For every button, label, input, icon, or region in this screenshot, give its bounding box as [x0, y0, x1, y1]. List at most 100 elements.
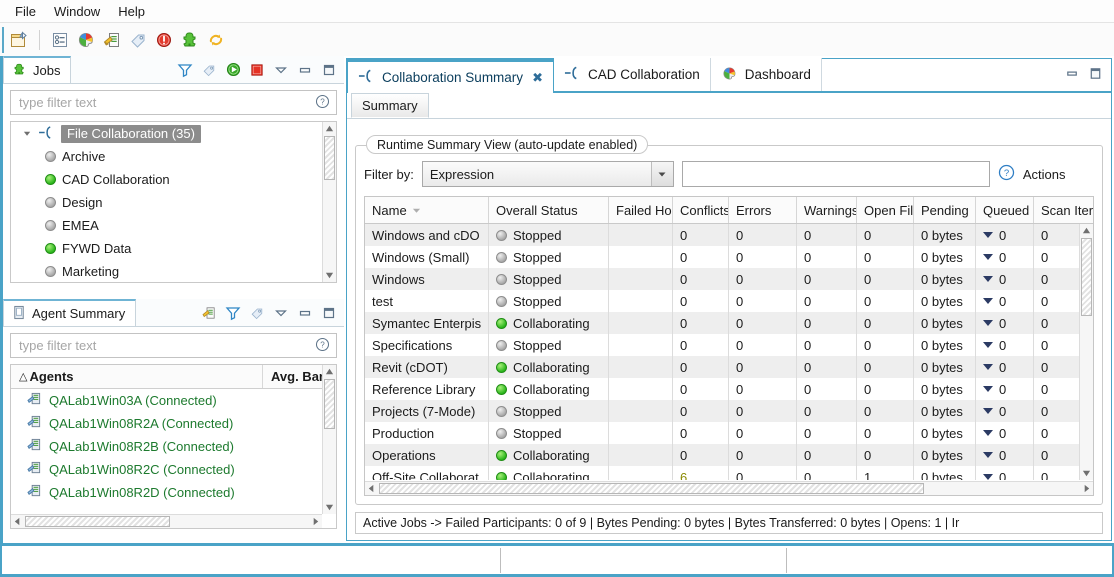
list-item[interactable]: QALab1Win08R2A (Connected) [11, 412, 336, 435]
view-menu-icon[interactable] [270, 59, 292, 81]
tab-dashboard[interactable]: Dashboard [710, 58, 822, 91]
table-row[interactable]: Symantec Enterpis Collaborating 0 0 0 0 0 byte… [365, 312, 1093, 334]
minimize-icon[interactable] [294, 59, 316, 81]
filter-icon[interactable] [174, 59, 196, 81]
tree-row-cad-collaboration[interactable]: CAD Collaboration [11, 168, 336, 191]
agent-table[interactable]: △ Agents Avg. Ban QALab1Win03A (Connecte… [10, 364, 337, 529]
agent-filter-box[interactable]: ? [10, 333, 337, 358]
stop-icon[interactable] [246, 59, 268, 81]
scroll-down-arrow-icon[interactable] [323, 501, 336, 514]
list-item[interactable]: QALab1Win08R2C (Connected) [11, 458, 336, 481]
scroll-right-arrow-icon[interactable] [1080, 482, 1093, 495]
jobs-tree-vertical-scrollbar[interactable] [322, 122, 336, 282]
scrollbar-thumb[interactable] [379, 483, 924, 494]
expand-arrow-icon[interactable] [23, 126, 32, 141]
column-header-warnings[interactable]: Warnings [797, 197, 857, 223]
table-row[interactable]: Revit (cDOT) Collaborating 0 0 0 0 0 bytes 0 0 [365, 356, 1093, 378]
table-row[interactable]: Projects (7-Mode) Stopped 0 0 0 0 0 bytes 0 0 [365, 400, 1093, 422]
scroll-down-arrow-icon[interactable] [1080, 467, 1093, 480]
scrollbar-thumb[interactable] [324, 379, 335, 429]
report-icon[interactable] [99, 27, 125, 53]
table-row[interactable]: test Stopped 0 0 0 0 0 bytes 0 0 [365, 290, 1093, 312]
maximize-icon[interactable] [318, 59, 340, 81]
agent-column-agents[interactable]: △ Agents [11, 365, 263, 388]
column-header-scan-iteration[interactable]: Scan Iter [1034, 197, 1093, 223]
filter-by-select[interactable]: Expression [421, 161, 674, 187]
table-row[interactable]: Production Stopped 0 0 0 0 0 bytes 0 0 [365, 422, 1093, 444]
column-header-open-files[interactable]: Open File [857, 197, 914, 223]
scroll-left-arrow-icon[interactable] [11, 515, 24, 528]
properties-icon[interactable] [47, 27, 73, 53]
table-row[interactable]: Windows (Small) Stopped 0 0 0 0 0 bytes 0 0 [365, 246, 1093, 268]
tab-collaboration-summary[interactable]: Collaboration Summary ✖ [347, 59, 554, 93]
tree-row-archive[interactable]: Archive [11, 145, 336, 168]
actions-label[interactable]: Actions [1023, 167, 1066, 182]
jobs-filter-box[interactable]: ? [10, 90, 337, 115]
chevron-down-icon[interactable] [650, 162, 673, 186]
help-icon[interactable]: ? [315, 337, 330, 355]
table-row[interactable]: Windows and cDO Stopped 0 0 0 0 0 bytes 0 0 [365, 224, 1093, 246]
table-row[interactable]: Off-Site Collaborat Collaborating 6 0 0 1 0 by… [365, 466, 1093, 480]
tree-row-fywd-data[interactable]: FYWD Data [11, 237, 336, 260]
summary-table-vertical-scrollbar[interactable] [1079, 224, 1093, 480]
maximize-icon[interactable] [318, 302, 340, 324]
agent-column-avg-bandwidth[interactable]: Avg. Ban [263, 365, 327, 388]
table-row[interactable]: Reference Library Collaborating 0 0 0 0 0 byte… [365, 378, 1093, 400]
tree-row-design[interactable]: Design [11, 191, 336, 214]
menu-item-help[interactable]: Help [109, 2, 154, 21]
help-icon[interactable]: ? [998, 164, 1015, 184]
close-icon[interactable]: ✖ [532, 70, 543, 86]
table-row[interactable]: Specifications Stopped 0 0 0 0 0 bytes 0 0 [365, 334, 1093, 356]
maximize-icon[interactable] [1088, 66, 1103, 84]
tree-row-root[interactable]: File Collaboration (35) [11, 122, 336, 145]
minimize-icon[interactable] [1065, 66, 1080, 84]
agent-table-vertical-scrollbar[interactable] [322, 365, 336, 514]
column-header-errors[interactable]: Errors [729, 197, 797, 223]
start-icon[interactable] [222, 59, 244, 81]
list-item[interactable]: QALab1Win08R2D (Connected) [11, 481, 336, 504]
agent-filter-input[interactable] [17, 337, 315, 354]
menu-item-window[interactable]: Window [45, 2, 109, 21]
view-menu-icon[interactable] [270, 302, 292, 324]
table-row[interactable]: Operations Collaborating 0 0 0 0 0 bytes 0 0 [365, 444, 1093, 466]
tab-summary[interactable]: Summary [351, 93, 429, 118]
column-header-overall-status[interactable]: Overall Status [489, 197, 609, 223]
filter-expression-input[interactable] [681, 161, 990, 187]
tree-row-marketing[interactable]: Marketing [11, 260, 336, 282]
help-icon[interactable]: ? [315, 94, 330, 112]
palette-icon[interactable] [73, 27, 99, 53]
list-item[interactable]: QALab1Win08R2B (Connected) [11, 435, 336, 458]
filter-icon[interactable] [222, 302, 244, 324]
summary-table-horizontal-scrollbar[interactable] [365, 481, 1093, 495]
scroll-right-arrow-icon[interactable] [309, 515, 322, 528]
column-header-queued[interactable]: Queued [976, 197, 1034, 223]
report-icon[interactable] [198, 302, 220, 324]
sync-icon[interactable] [203, 27, 229, 53]
tab-cad-collaboration[interactable]: CAD Collaboration [553, 58, 711, 91]
minimize-icon[interactable] [294, 302, 316, 324]
column-header-name[interactable]: Name [365, 197, 489, 223]
agent-table-horizontal-scrollbar[interactable] [11, 514, 322, 528]
scrollbar-thumb[interactable] [1081, 238, 1092, 316]
tag-icon[interactable] [125, 27, 151, 53]
tag-icon[interactable] [246, 302, 268, 324]
scroll-up-arrow-icon[interactable] [323, 122, 336, 135]
tab-jobs[interactable]: Jobs [3, 56, 72, 83]
scroll-left-arrow-icon[interactable] [365, 482, 378, 495]
jobs-tree[interactable]: File Collaboration (35) Archive CAD Coll… [10, 121, 337, 283]
scroll-down-arrow-icon[interactable] [323, 269, 336, 282]
tab-agent-summary[interactable]: Agent Summary [3, 299, 137, 326]
menu-item-file[interactable]: File [6, 2, 45, 21]
tree-row-emea[interactable]: EMEA [11, 214, 336, 237]
scrollbar-thumb[interactable] [324, 136, 335, 180]
scrollbar-thumb[interactable] [25, 516, 170, 527]
table-row[interactable]: Windows Stopped 0 0 0 0 0 bytes 0 0 [365, 268, 1093, 290]
new-job-icon[interactable] [6, 27, 32, 53]
scroll-up-arrow-icon[interactable] [323, 365, 336, 378]
agent-icon[interactable] [177, 27, 203, 53]
scroll-up-arrow-icon[interactable] [1080, 224, 1093, 237]
column-header-failed-hosts[interactable]: Failed Ho [609, 197, 673, 223]
jobs-filter-input[interactable] [17, 94, 315, 111]
list-item[interactable]: QALab1Win03A (Connected) [11, 389, 336, 412]
column-header-conflicts[interactable]: Conflicts [673, 197, 729, 223]
